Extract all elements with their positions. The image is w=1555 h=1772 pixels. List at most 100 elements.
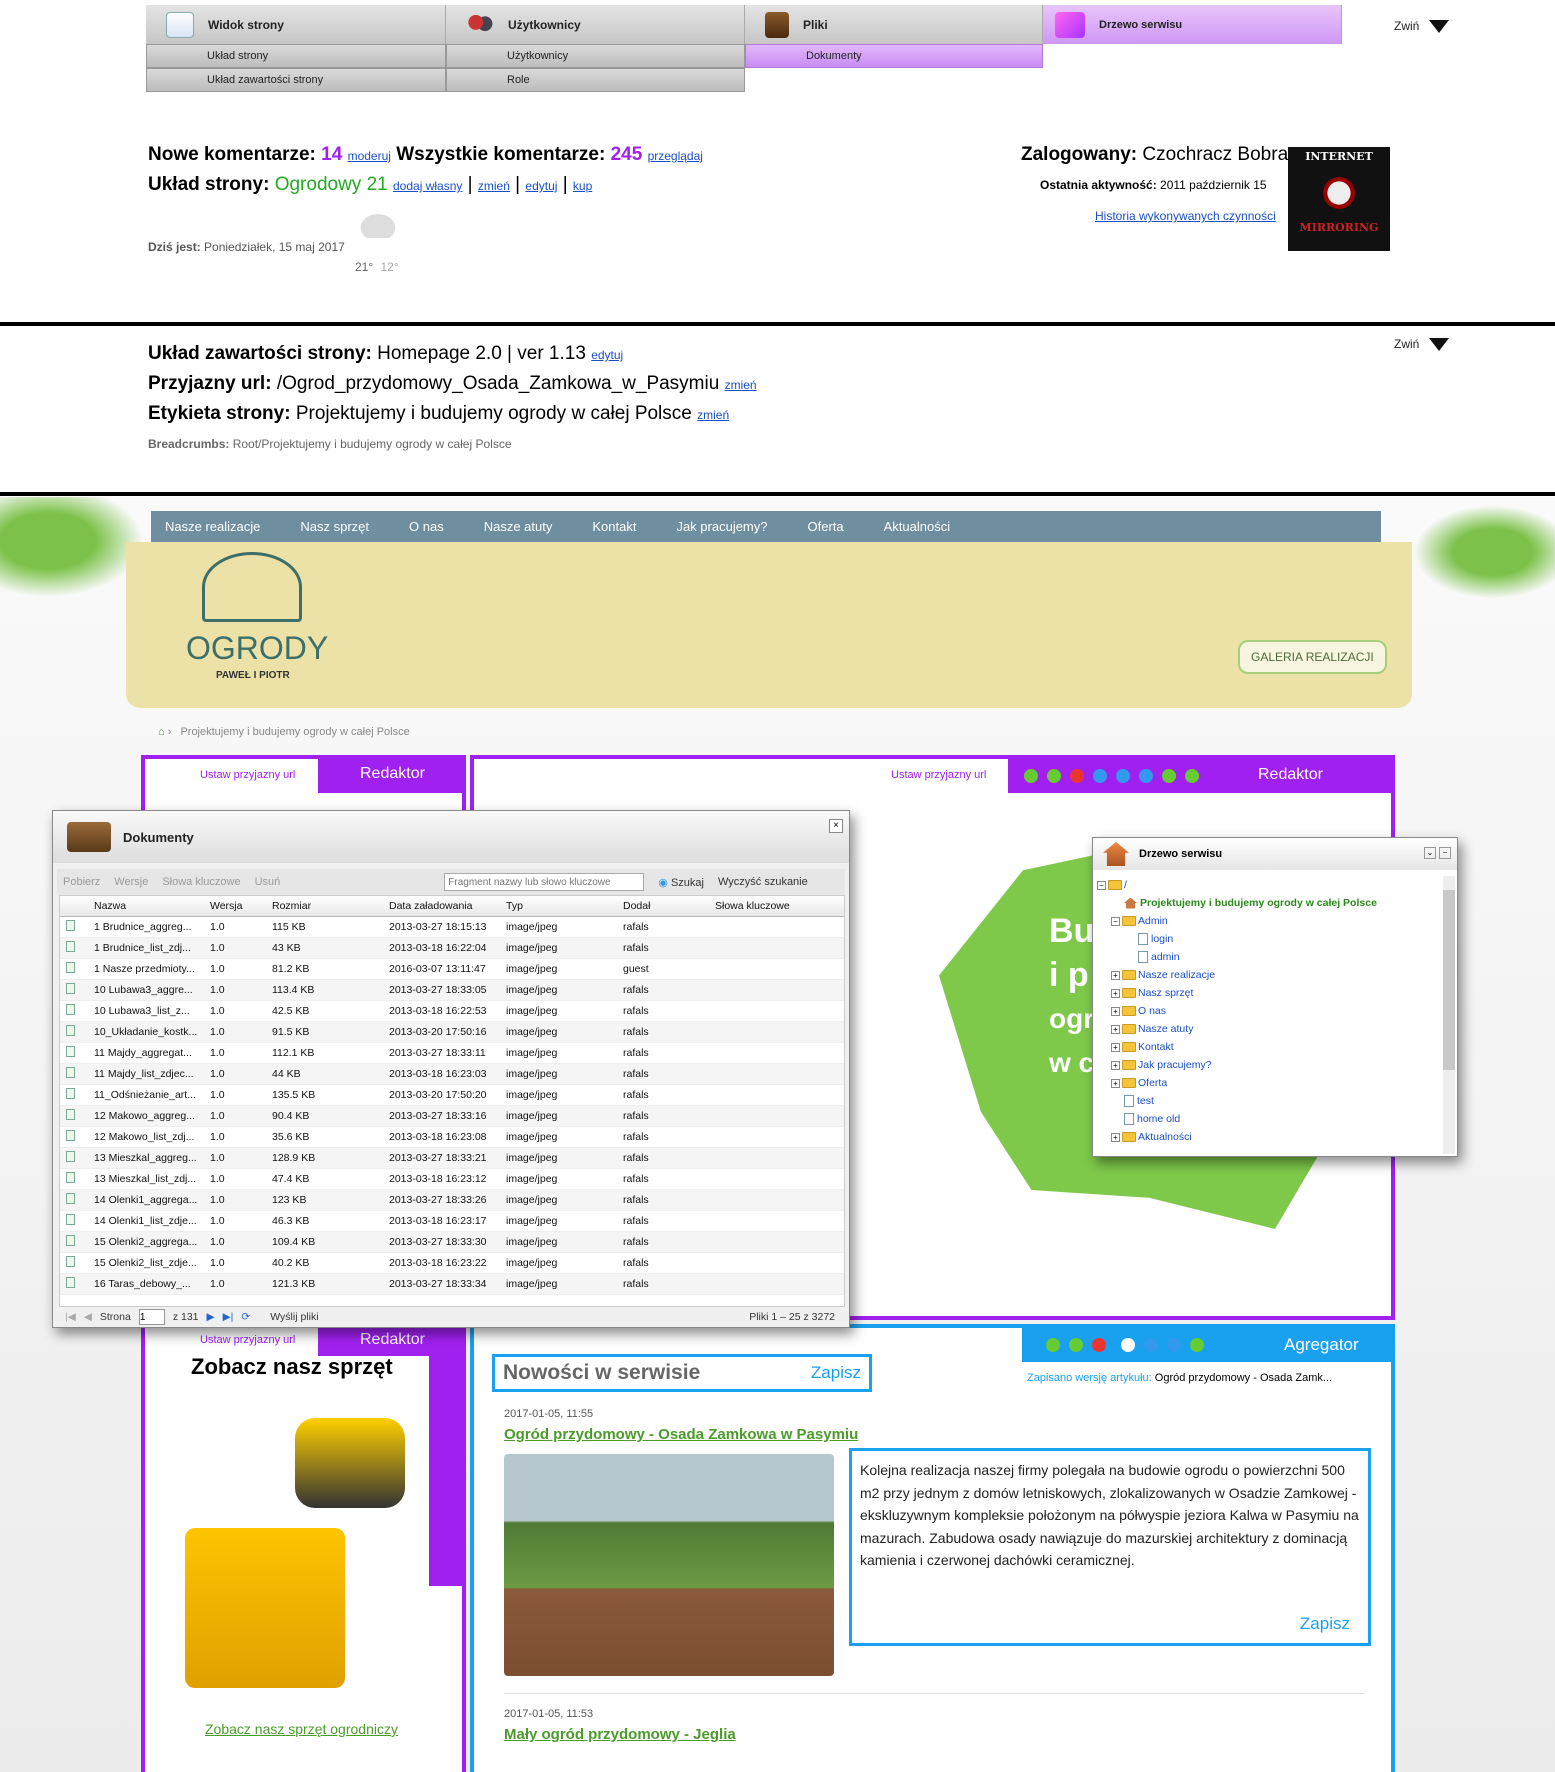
- tree-item[interactable]: + Aktualności: [1097, 1128, 1437, 1146]
- next-page-icon[interactable]: ▶: [207, 1311, 215, 1323]
- tree-item[interactable]: + Nasze atuty: [1097, 1020, 1437, 1038]
- set-url-link[interactable]: Ustaw przyjazny url: [200, 1334, 295, 1346]
- gallery-button[interactable]: GALERIA REALIZACJI: [1238, 640, 1387, 674]
- nav-item[interactable]: Jak pracujemy?: [676, 519, 767, 534]
- buy-layout-link[interactable]: kup: [573, 179, 592, 193]
- save-title-button[interactable]: Zapisz: [811, 1363, 861, 1383]
- tree-item[interactable]: + Nasze realizacje: [1097, 966, 1437, 984]
- save-text-button[interactable]: Zapisz: [1300, 1613, 1350, 1636]
- search-button[interactable]: ◉ Szukaj: [658, 876, 704, 889]
- prev-page-icon[interactable]: ◀: [84, 1311, 92, 1323]
- news-title-link[interactable]: Ogród przydomowy - Osada Zamkowa w Pasym…: [504, 1426, 858, 1443]
- move-icon[interactable]: [1047, 769, 1061, 783]
- nav-item[interactable]: Nasze atuty: [484, 519, 553, 534]
- moderate-link[interactable]: moderuj: [348, 149, 391, 163]
- delete-icon[interactable]: [1070, 769, 1084, 783]
- nav-item[interactable]: O nas: [409, 519, 444, 534]
- table-row[interactable]: 14 Olenki1_list_zdje... 1.0 46.3 KB 2013-03…: [60, 1211, 844, 1232]
- send-files-button[interactable]: Wyślij pliki: [270, 1311, 318, 1323]
- tab-files[interactable]: Pliki: [745, 5, 1043, 44]
- clear-search-button[interactable]: Wyczyść szukanie: [718, 876, 808, 888]
- browse-link[interactable]: przeglądaj: [648, 149, 703, 163]
- tab-users[interactable]: Użytkownicy: [446, 5, 745, 44]
- equipment-link[interactable]: Zobacz nasz sprzęt ogrodniczy: [205, 1721, 398, 1737]
- nav-item[interactable]: Nasze realizacje: [165, 519, 260, 534]
- table-row[interactable]: 12 Makowo_aggreg... 1.0 90.4 KB 2013-03-27 …: [60, 1106, 844, 1127]
- set-url-link[interactable]: Ustaw przyjazny url: [891, 769, 986, 781]
- expand-icon[interactable]: +: [1111, 970, 1120, 980]
- expand-icon[interactable]: +: [1111, 1042, 1120, 1052]
- scrollbar[interactable]: [1443, 876, 1455, 1154]
- versions-button[interactable]: Wersje: [114, 876, 148, 888]
- editor-bar[interactable]: Redaktor: [318, 1328, 462, 1356]
- move-icon[interactable]: [1069, 1338, 1083, 1352]
- download-button[interactable]: Pobierz: [63, 876, 100, 888]
- collapse-toggle-2[interactable]: Zwiń: [1394, 337, 1450, 351]
- page-icon[interactable]: [1185, 769, 1199, 783]
- collapse-toggle[interactable]: Zwiń: [1394, 19, 1450, 33]
- expand-icon[interactable]: +: [1111, 1024, 1120, 1034]
- table-row[interactable]: 10 Lubawa3_list_z... 1.0 42.5 KB 2013-03-18…: [60, 1001, 844, 1022]
- expand-icon[interactable]: +: [1111, 1078, 1120, 1088]
- collapse-window-icon[interactable]: ⌄: [1424, 847, 1436, 859]
- column-header[interactable]: Data załadowania: [383, 900, 500, 912]
- minimize-icon[interactable]: −: [1439, 847, 1451, 859]
- edit-layout-link[interactable]: edytuj: [525, 179, 557, 193]
- table-row[interactable]: 15 Olenki2_aggrega... 1.0 109.4 KB 2013-03-…: [60, 1232, 844, 1253]
- settings-icon[interactable]: [1167, 1338, 1181, 1352]
- table-row[interactable]: 10_Układanie_kostk... 1.0 91.5 KB 2013-03-2…: [60, 1022, 844, 1043]
- table-row[interactable]: 1 Nasze przedmioty... 1.0 81.2 KB 2016-03-0…: [60, 959, 844, 980]
- collapse-icon[interactable]: −: [1097, 880, 1106, 890]
- tab-page-view[interactable]: Widok strony: [146, 5, 446, 44]
- tab-site-tree[interactable]: Drzewo serwisu: [1043, 5, 1342, 44]
- window-titlebar[interactable]: Dokumenty ×: [53, 811, 849, 863]
- tree-item[interactable]: Projektujemy i budujemy ogrody w całej P…: [1097, 894, 1437, 912]
- table-row[interactable]: 13 Mieszkal_aggreg... 1.0 128.9 KB 2013-03-…: [60, 1148, 844, 1169]
- columns-icon[interactable]: [1121, 1338, 1135, 1352]
- column-header[interactable]: Słowa kluczowe: [709, 900, 839, 912]
- window-titlebar[interactable]: Drzewo serwisu ⌄ −: [1093, 838, 1457, 870]
- editor-bar[interactable]: Redaktor: [318, 759, 462, 793]
- news-title-link[interactable]: Mały ogród przydomowy - Jeglia: [504, 1726, 736, 1743]
- table-row[interactable]: 1 Brudnice_list_zdj... 1.0 43 KB 2013-03-18…: [60, 938, 844, 959]
- gear-icon[interactable]: [1116, 769, 1130, 783]
- news-text-editor[interactable]: Kolejna realizacja naszej firmy polegała…: [849, 1448, 1371, 1646]
- table-row[interactable]: 11 Majdy_list_zdjec... 1.0 44 KB 2013-03-18…: [60, 1064, 844, 1085]
- tree-item[interactable]: admin: [1097, 948, 1437, 966]
- submenu-roles[interactable]: Role: [446, 68, 745, 92]
- tree-item[interactable]: + Nasz sprzęt: [1097, 984, 1437, 1002]
- tree-item[interactable]: login: [1097, 930, 1437, 948]
- column-header[interactable]: Nazwa: [88, 900, 204, 912]
- add-icon[interactable]: [1046, 1338, 1060, 1352]
- nav-item[interactable]: Oferta: [808, 519, 844, 534]
- table-row[interactable]: 1 Brudnice_aggreg... 1.0 115 KB 2013-03-27 …: [60, 917, 844, 938]
- tree-item[interactable]: test: [1097, 1092, 1437, 1110]
- column-header[interactable]: Dodał: [617, 900, 709, 912]
- set-url-link[interactable]: Ustaw przyjazny url: [200, 769, 295, 781]
- tree-item[interactable]: home old: [1097, 1110, 1437, 1128]
- table-row[interactable]: 15 Olenki2_list_zdje... 1.0 40.2 KB 2013-03…: [60, 1253, 844, 1274]
- submenu-users[interactable]: Użytkownicy: [446, 44, 745, 68]
- expand-icon[interactable]: +: [1111, 988, 1120, 998]
- toolbar-icons[interactable]: [1046, 1338, 1213, 1357]
- last-page-icon[interactable]: ▶|: [223, 1311, 234, 1323]
- close-icon[interactable]: ×: [829, 819, 843, 833]
- nav-item[interactable]: Aktualności: [884, 519, 950, 534]
- delete-button[interactable]: Usuń: [255, 876, 281, 888]
- tree-item[interactable]: + Oferta: [1097, 1074, 1437, 1092]
- first-page-icon[interactable]: |◀: [65, 1311, 76, 1323]
- table-row[interactable]: 16 Taras_debowy_... 1.0 121.3 KB 2013-03-27…: [60, 1274, 844, 1295]
- tree-item[interactable]: − /: [1097, 876, 1437, 894]
- refresh-icon[interactable]: [1162, 769, 1176, 783]
- settings-icon[interactable]: [1139, 769, 1153, 783]
- table-row[interactable]: 11 Majdy_aggregat... 1.0 112.1 KB 2013-03-2…: [60, 1043, 844, 1064]
- change-url-link[interactable]: zmień: [725, 378, 757, 392]
- search-input[interactable]: [444, 873, 645, 891]
- tree-item[interactable]: + Jak pracujemy?: [1097, 1056, 1437, 1074]
- refresh-icon[interactable]: ⟳: [241, 1311, 250, 1323]
- table-row[interactable]: 12 Makowo_list_zdj... 1.0 35.6 KB 2013-03-1…: [60, 1127, 844, 1148]
- expand-icon[interactable]: +: [1111, 1006, 1120, 1016]
- change-layout-link[interactable]: zmień: [478, 179, 510, 193]
- column-header[interactable]: Rozmiar: [266, 900, 383, 912]
- edit-content-layout-link[interactable]: edytuj: [591, 348, 623, 362]
